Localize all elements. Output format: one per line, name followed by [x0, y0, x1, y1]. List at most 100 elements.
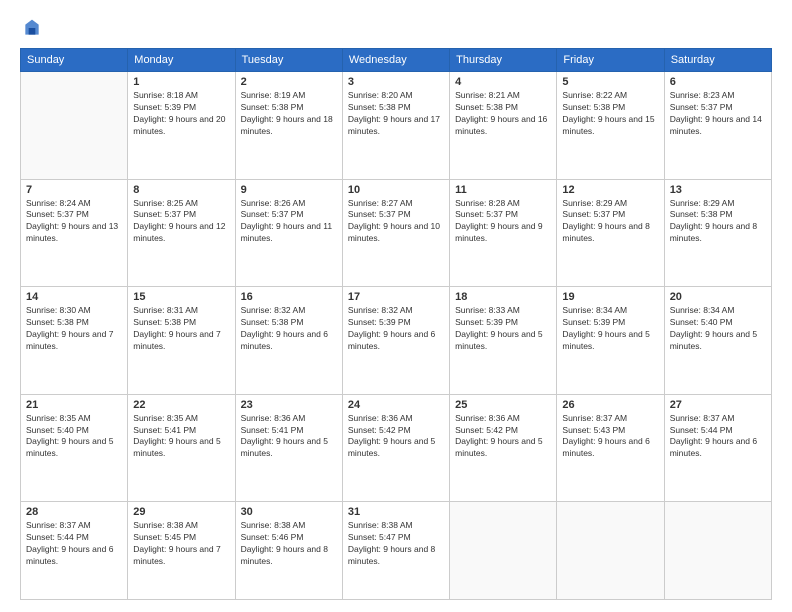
day-info: Sunrise: 8:35 AMSunset: 5:41 PMDaylight:… [133, 413, 229, 461]
day-info: Sunrise: 8:34 AMSunset: 5:40 PMDaylight:… [670, 305, 766, 353]
weekday-header: Sunday [21, 49, 128, 72]
weekday-header: Tuesday [235, 49, 342, 72]
day-number: 20 [670, 291, 766, 303]
calendar-cell: 11 Sunrise: 8:28 AMSunset: 5:37 PMDayligh… [450, 179, 557, 287]
calendar-week-row: 7 Sunrise: 8:24 AMSunset: 5:37 PMDaylight… [21, 179, 772, 287]
calendar-cell: 7 Sunrise: 8:24 AMSunset: 5:37 PMDaylight… [21, 179, 128, 287]
day-info: Sunrise: 8:36 AMSunset: 5:42 PMDaylight:… [348, 413, 444, 461]
calendar-week-row: 14 Sunrise: 8:30 AMSunset: 5:38 PMDayligh… [21, 287, 772, 395]
day-info: Sunrise: 8:37 AMSunset: 5:44 PMDaylight:… [26, 520, 122, 568]
day-number: 11 [455, 184, 551, 196]
calendar-week-row: 21 Sunrise: 8:35 AMSunset: 5:40 PMDayligh… [21, 394, 772, 502]
day-number: 9 [241, 184, 337, 196]
day-number: 7 [26, 184, 122, 196]
calendar-cell: 25Sunrise: 8:36 AMSunset: 5:42 PMDayligh… [450, 394, 557, 502]
calendar-cell [450, 502, 557, 600]
calendar-header-row: SundayMondayTuesdayWednesdayThursdayFrid… [21, 49, 772, 72]
day-info: Sunrise: 8:31 AMSunset: 5:38 PMDaylight:… [133, 305, 229, 353]
weekday-header: Thursday [450, 49, 557, 72]
calendar-cell: 28 Sunrise: 8:37 AMSunset: 5:44 PMDayligh… [21, 502, 128, 600]
calendar-cell: 22 Sunrise: 8:35 AMSunset: 5:41 PMDayligh… [128, 394, 235, 502]
calendar-week-row: 1 Sunrise: 8:18 AMSunset: 5:39 PMDaylight… [21, 72, 772, 180]
calendar-cell: 10 Sunrise: 8:27 AMSunset: 5:37 PMDayligh… [342, 179, 449, 287]
day-number: 28 [26, 506, 122, 518]
calendar-cell: 1 Sunrise: 8:18 AMSunset: 5:39 PMDaylight… [128, 72, 235, 180]
calendar-cell: 5 Sunrise: 8:22 AMSunset: 5:38 PMDaylight… [557, 72, 664, 180]
day-info: Sunrise: 8:29 AMSunset: 5:37 PMDaylight:… [562, 198, 658, 246]
calendar-cell: 13Sunrise: 8:29 AMSunset: 5:38 PMDayligh… [664, 179, 771, 287]
day-number: 3 [348, 76, 444, 88]
day-number: 17 [348, 291, 444, 303]
day-info: Sunrise: 8:20 AMSunset: 5:38 PMDaylight:… [348, 90, 444, 138]
day-info: Sunrise: 8:23 AMSunset: 5:37 PMDaylight:… [670, 90, 766, 138]
header [20, 18, 772, 38]
day-info: Sunrise: 8:36 AMSunset: 5:41 PMDaylight:… [241, 413, 337, 461]
day-number: 24 [348, 399, 444, 411]
day-info: Sunrise: 8:37 AMSunset: 5:43 PMDaylight:… [562, 413, 658, 461]
calendar-cell: 8Sunrise: 8:25 AMSunset: 5:37 PMDaylight… [128, 179, 235, 287]
day-number: 2 [241, 76, 337, 88]
day-info: Sunrise: 8:30 AMSunset: 5:38 PMDaylight:… [26, 305, 122, 353]
day-info: Sunrise: 8:35 AMSunset: 5:40 PMDaylight:… [26, 413, 122, 461]
calendar-cell: 27Sunrise: 8:37 AMSunset: 5:44 PMDayligh… [664, 394, 771, 502]
calendar-cell: 21 Sunrise: 8:35 AMSunset: 5:40 PMDayligh… [21, 394, 128, 502]
calendar-cell: 2 Sunrise: 8:19 AMSunset: 5:38 PMDaylight… [235, 72, 342, 180]
day-info: Sunrise: 8:25 AMSunset: 5:37 PMDaylight:… [133, 198, 229, 246]
day-number: 16 [241, 291, 337, 303]
calendar-cell: 30 Sunrise: 8:38 AMSunset: 5:46 PMDayligh… [235, 502, 342, 600]
day-info: Sunrise: 8:37 AMSunset: 5:44 PMDaylight:… [670, 413, 766, 461]
day-number: 31 [348, 506, 444, 518]
calendar-cell: 16Sunrise: 8:32 AMSunset: 5:38 PMDayligh… [235, 287, 342, 395]
day-info: Sunrise: 8:24 AMSunset: 5:37 PMDaylight:… [26, 198, 122, 246]
day-info: Sunrise: 8:18 AMSunset: 5:39 PMDaylight:… [133, 90, 229, 138]
logo-icon [22, 18, 42, 38]
day-info: Sunrise: 8:27 AMSunset: 5:37 PMDaylight:… [348, 198, 444, 246]
day-info: Sunrise: 8:29 AMSunset: 5:38 PMDaylight:… [670, 198, 766, 246]
calendar-cell: 4 Sunrise: 8:21 AMSunset: 5:38 PMDaylight… [450, 72, 557, 180]
day-info: Sunrise: 8:38 AMSunset: 5:46 PMDaylight:… [241, 520, 337, 568]
day-info: Sunrise: 8:22 AMSunset: 5:38 PMDaylight:… [562, 90, 658, 138]
day-info: Sunrise: 8:32 AMSunset: 5:39 PMDaylight:… [348, 305, 444, 353]
calendar-cell: 19Sunrise: 8:34 AMSunset: 5:39 PMDayligh… [557, 287, 664, 395]
page: SundayMondayTuesdayWednesdayThursdayFrid… [0, 0, 792, 612]
day-number: 25 [455, 399, 551, 411]
weekday-header: Wednesday [342, 49, 449, 72]
weekday-header: Friday [557, 49, 664, 72]
day-number: 4 [455, 76, 551, 88]
calendar-cell: 12 Sunrise: 8:29 AMSunset: 5:37 PMDayligh… [557, 179, 664, 287]
day-info: Sunrise: 8:38 AMSunset: 5:45 PMDaylight:… [133, 520, 229, 568]
day-number: 18 [455, 291, 551, 303]
calendar-cell: 29 Sunrise: 8:38 AMSunset: 5:45 PMDayligh… [128, 502, 235, 600]
day-number: 12 [562, 184, 658, 196]
day-info: Sunrise: 8:26 AMSunset: 5:37 PMDaylight:… [241, 198, 337, 246]
calendar-cell [664, 502, 771, 600]
day-info: Sunrise: 8:33 AMSunset: 5:39 PMDaylight:… [455, 305, 551, 353]
day-info: Sunrise: 8:28 AMSunset: 5:37 PMDaylight:… [455, 198, 551, 246]
day-number: 15 [133, 291, 229, 303]
day-number: 30 [241, 506, 337, 518]
logo [20, 18, 42, 38]
calendar-table: SundayMondayTuesdayWednesdayThursdayFrid… [20, 48, 772, 600]
calendar-cell [557, 502, 664, 600]
day-number: 10 [348, 184, 444, 196]
calendar-cell: 14 Sunrise: 8:30 AMSunset: 5:38 PMDayligh… [21, 287, 128, 395]
calendar-cell: 26 Sunrise: 8:37 AMSunset: 5:43 PMDayligh… [557, 394, 664, 502]
day-number: 29 [133, 506, 229, 518]
calendar-cell: 18 Sunrise: 8:33 AMSunset: 5:39 PMDayligh… [450, 287, 557, 395]
day-number: 5 [562, 76, 658, 88]
day-number: 1 [133, 76, 229, 88]
day-number: 26 [562, 399, 658, 411]
day-number: 19 [562, 291, 658, 303]
day-info: Sunrise: 8:21 AMSunset: 5:38 PMDaylight:… [455, 90, 551, 138]
day-number: 14 [26, 291, 122, 303]
day-number: 21 [26, 399, 122, 411]
weekday-header: Monday [128, 49, 235, 72]
calendar-cell: 23Sunrise: 8:36 AMSunset: 5:41 PMDayligh… [235, 394, 342, 502]
day-info: Sunrise: 8:38 AMSunset: 5:47 PMDaylight:… [348, 520, 444, 568]
day-number: 22 [133, 399, 229, 411]
calendar-cell: 6Sunrise: 8:23 AMSunset: 5:37 PMDaylight… [664, 72, 771, 180]
calendar-cell: 31 Sunrise: 8:38 AMSunset: 5:47 PMDayligh… [342, 502, 449, 600]
calendar-cell: 20 Sunrise: 8:34 AMSunset: 5:40 PMDayligh… [664, 287, 771, 395]
day-info: Sunrise: 8:19 AMSunset: 5:38 PMDaylight:… [241, 90, 337, 138]
weekday-header: Saturday [664, 49, 771, 72]
